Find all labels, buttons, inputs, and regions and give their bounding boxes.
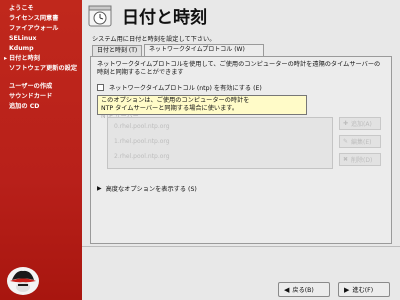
enable-ntp-checkbox[interactable] bbox=[97, 84, 104, 91]
expander-arrow-icon: ▶ bbox=[97, 185, 102, 192]
advanced-options-expander[interactable]: ▶ 高度なオプションを表示する (S) bbox=[97, 184, 197, 193]
add-icon: ✚ bbox=[343, 120, 349, 127]
list-item[interactable]: 0.rhel.pool.ntp.org bbox=[114, 123, 170, 130]
step-list: ようこそ ライセンス同意書 ファイアウォール SELinux Kdump ▸ 日付… bbox=[4, 4, 82, 112]
step-date-time: ▸ 日付と時刻 bbox=[4, 55, 40, 62]
step-welcome: ようこそ bbox=[9, 5, 34, 12]
step-additional-cd: 追加の CD bbox=[9, 103, 40, 110]
step-selinux: SELinux bbox=[9, 35, 37, 42]
forward-arrow-icon: ▶ bbox=[344, 285, 350, 294]
tooltip-line-1: このオプションは、ご使用のコンピューターの時計を bbox=[101, 97, 250, 104]
step-kdump: Kdump bbox=[9, 45, 34, 52]
ntp-server-list[interactable]: 0.rhel.pool.ntp.org 1.rhel.pool.ntp.org … bbox=[107, 117, 333, 169]
step-firewall: ファイアウォール bbox=[9, 25, 59, 32]
edit-server-button[interactable]: ✎ 編集(E) bbox=[339, 135, 381, 148]
list-item[interactable]: 1.rhel.pool.ntp.org bbox=[114, 138, 170, 145]
ntp-panel: ネットワークタイムプロトコルを使用して、ご使用のコンピューターの時計を遠隔のタイ… bbox=[90, 56, 392, 244]
delete-server-button[interactable]: ✖ 削除(D) bbox=[339, 153, 381, 166]
add-server-button[interactable]: ✚ 追加(A) bbox=[339, 117, 381, 130]
enable-ntp-row[interactable]: ネットワークタイムプロトコル (ntp) を有効にする (E) bbox=[97, 83, 262, 92]
enable-ntp-tooltip: このオプションは、ご使用のコンピューターの時計を NTP タイムサーバーと同期す… bbox=[97, 95, 307, 115]
step-create-user: ユーザーの作成 bbox=[9, 83, 53, 90]
main-content: 日付と時刻 システム用に日付と時刻を設定して下さい。 日付と時刻 (T) ネット… bbox=[82, 0, 400, 300]
clock-window-icon bbox=[88, 5, 112, 27]
footer-divider bbox=[82, 246, 400, 247]
page-subtitle: システム用に日付と時刻を設定して下さい。 bbox=[92, 36, 216, 43]
back-button[interactable]: ◀ 戻る(B) bbox=[278, 282, 330, 297]
redhat-shadowman-icon bbox=[7, 267, 39, 295]
step-sound-card: サウンドカード bbox=[9, 93, 53, 100]
delete-icon: ✖ bbox=[343, 156, 349, 163]
enable-ntp-label[interactable]: ネットワークタイムプロトコル (ntp) を有効にする (E) bbox=[109, 83, 262, 92]
page-title: 日付と時刻 bbox=[122, 8, 207, 28]
step-license: ライセンス同意書 bbox=[9, 15, 59, 22]
back-arrow-icon: ◀ bbox=[284, 285, 290, 294]
tab-date-time[interactable]: 日付と時刻 (T) bbox=[92, 45, 142, 56]
ntp-description: ネットワークタイムプロトコルを使用して、ご使用のコンピューターの時計を遠隔のタイ… bbox=[97, 61, 381, 76]
step-software-update: ソフトウェア更新の設定 bbox=[9, 65, 78, 72]
sidebar: ようこそ ライセンス同意書 ファイアウォール SELinux Kdump ▸ 日付… bbox=[0, 0, 82, 300]
tooltip-line-2: NTP タイムサーバーと同期する場合に使います。 bbox=[101, 105, 239, 112]
forward-button[interactable]: ▶ 進む(F) bbox=[338, 282, 390, 297]
edit-icon: ✎ bbox=[343, 138, 349, 145]
advanced-options-label[interactable]: 高度なオプションを表示する (S) bbox=[106, 184, 197, 193]
list-item[interactable]: 2.rhel.pool.ntp.org bbox=[114, 153, 170, 160]
